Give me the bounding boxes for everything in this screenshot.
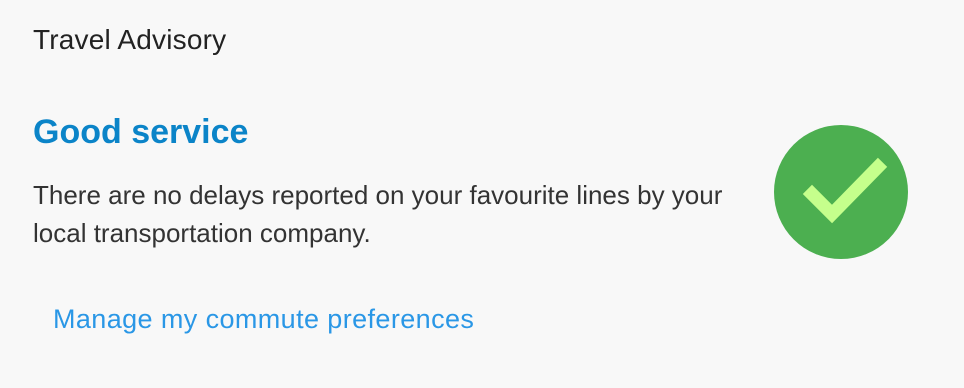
- status-circle: [774, 125, 908, 259]
- card-title: Travel Advisory: [33, 24, 227, 55]
- checkmark-circle-icon: [774, 125, 908, 259]
- checkmark-svg: [774, 125, 908, 259]
- manage-commute-preferences-link[interactable]: Manage my commute preferences: [53, 304, 474, 335]
- status-description: There are no delays reported on your fav…: [33, 180, 723, 248]
- status-title: Good service: [33, 113, 249, 151]
- travel-advisory-card: Travel Advisory Good service There are n…: [0, 0, 964, 388]
